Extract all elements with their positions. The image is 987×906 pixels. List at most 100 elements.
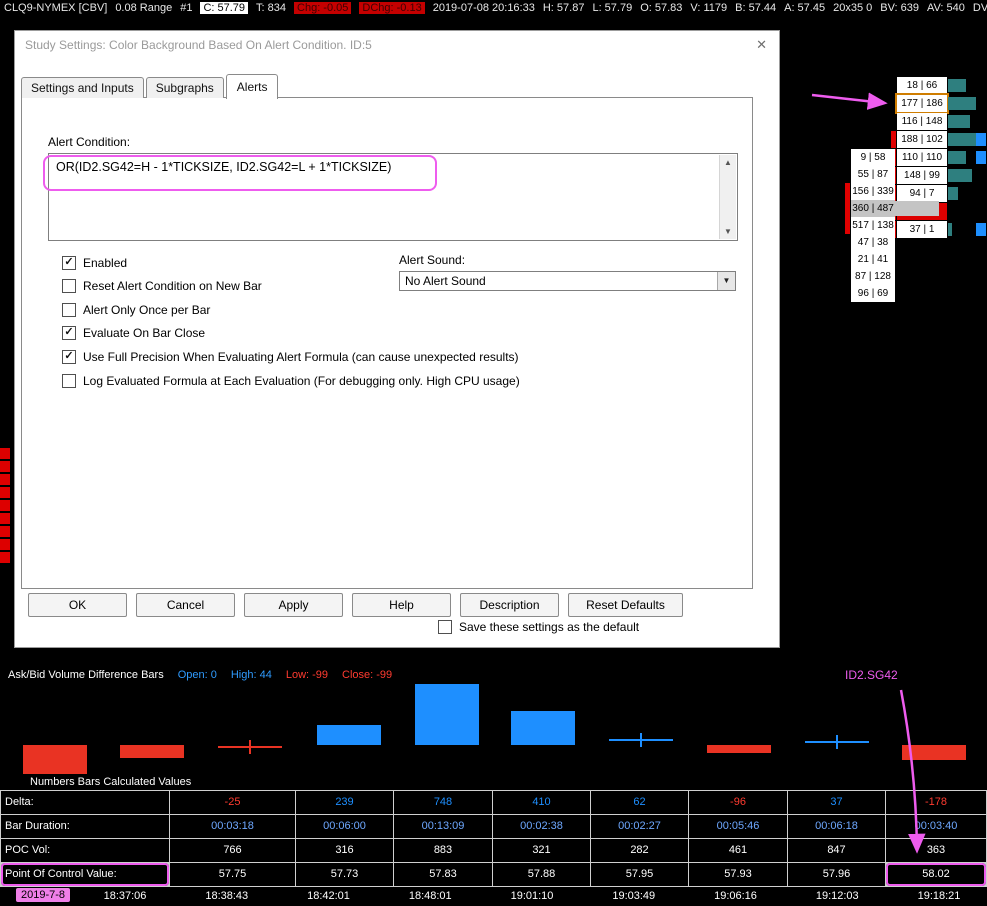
- tab-settings-and-inputs[interactable]: Settings and Inputs: [21, 77, 144, 98]
- calc-values-heading: Numbers Bars Calculated Values: [30, 776, 192, 788]
- quote-segment: 0.08 Range: [115, 1, 173, 14]
- checkbox-row[interactable]: ✓ Evaluate On Bar Close: [62, 326, 205, 340]
- ladder-cell: 9 | 58: [851, 149, 895, 166]
- checkbox[interactable]: [62, 303, 76, 317]
- ladder-cell: 156 | 339: [851, 183, 895, 200]
- left-red-segment: [0, 552, 10, 563]
- checkbox-row[interactable]: Log Evaluated Formula at Each Evaluation…: [62, 374, 520, 388]
- value-cell: 37: [788, 791, 885, 814]
- ladder-edge-bar: [976, 133, 986, 146]
- date-label: 2019-7-8: [16, 888, 71, 902]
- left-red-segment: [0, 513, 10, 524]
- ladder-red-stripe: [845, 200, 850, 217]
- left-red-segment: [0, 539, 10, 550]
- value-cell: 461: [689, 839, 787, 862]
- quote-segment: DChg: -0.13: [359, 1, 425, 14]
- ladder-volume-bar: [948, 133, 978, 146]
- quote-segment: 20x35 0: [833, 1, 873, 14]
- checkbox[interactable]: ✓: [62, 326, 76, 340]
- checkbox[interactable]: ✓: [62, 256, 76, 270]
- ladder-volume-bar: [948, 97, 976, 110]
- left-red-segment: [0, 500, 10, 511]
- ladder-cell: 517 | 138: [851, 217, 895, 234]
- value-cell: 00:05:46: [689, 815, 787, 838]
- chart-bar: [23, 745, 87, 774]
- value-cell: 57.93: [689, 863, 787, 886]
- checkbox-row[interactable]: Alert Only Once per Bar: [62, 303, 210, 317]
- quote-segment: C: 57.79: [200, 1, 249, 14]
- row-label: Point Of Control Value:: [1, 863, 169, 886]
- checkbox-row[interactable]: Reset Alert Condition on New Bar: [62, 279, 262, 293]
- value-cell: 239: [296, 791, 393, 814]
- left-red-segment: [0, 526, 10, 537]
- time-label: 19:18:21: [917, 890, 961, 902]
- ladder-cell: 96 | 69: [851, 285, 895, 302]
- value-cell: 748: [394, 791, 492, 814]
- dropdown-arrow-icon[interactable]: ▼: [717, 272, 735, 290]
- scroll-up-icon[interactable]: ▲: [720, 158, 736, 167]
- quote-segment: T: 834: [256, 1, 287, 14]
- study-settings-dialog: Study Settings: Color Background Based O…: [14, 30, 780, 648]
- left-red-segment: [0, 461, 10, 472]
- value-cell: 57.96: [788, 863, 885, 886]
- chart-bar: [902, 745, 966, 760]
- value-cell: -178: [886, 791, 986, 814]
- chart-bar-tick: [640, 732, 642, 747]
- ladder-volume-bar: [948, 223, 952, 236]
- quote-segment: DV: 31417: [972, 1, 987, 14]
- alert-condition-input[interactable]: OR(ID2.SG42=H - 1*TICKSIZE, ID2.SG42=L +…: [48, 153, 738, 241]
- left-red-segment: [0, 474, 10, 485]
- value-cell: 62: [591, 791, 688, 814]
- formula-scrollbar[interactable]: ▲ ▼: [719, 155, 736, 239]
- reset-defaults-button[interactable]: Reset Defaults: [568, 593, 683, 617]
- checkbox[interactable]: [62, 374, 76, 388]
- tab-alerts[interactable]: Alerts: [225, 74, 279, 99]
- chart-bar: [511, 711, 575, 745]
- scroll-down-icon[interactable]: ▼: [720, 227, 736, 236]
- chart-bar: [415, 683, 479, 745]
- value-cell: 00:03:18: [170, 815, 295, 838]
- save-default-checkbox[interactable]: [438, 620, 452, 634]
- ladder-cell: 116 | 148: [897, 113, 947, 130]
- alert-condition-formula: OR(ID2.SG42=H - 1*TICKSIZE, ID2.SG42=L +…: [56, 160, 392, 174]
- chart-bar: [120, 745, 184, 759]
- ok-button[interactable]: OK: [28, 593, 127, 617]
- ladder-cell: 37 | 1: [897, 221, 947, 238]
- chart-bar: [707, 745, 771, 753]
- save-default-label: Save these settings as the default: [459, 620, 640, 634]
- top-quote-bar: CLQ9-NYMEX [CBV] 0.08 Range #1 C: 57.79 T: 8…: [0, 0, 987, 15]
- ladder-cell: 177 | 186: [897, 95, 947, 112]
- ladder-cell: 55 | 87: [851, 166, 895, 183]
- quote-segment: H: 57.87: [542, 1, 585, 14]
- cancel-button[interactable]: Cancel: [136, 593, 235, 617]
- ladder-volume-bar: [948, 151, 966, 164]
- value-cell: 00:06:00: [296, 815, 393, 838]
- ladder-edge-bar: [976, 151, 986, 164]
- value-cell: 316: [296, 839, 393, 862]
- ladder-edge-bar: [976, 223, 986, 236]
- alert-sound-select[interactable]: No Alert Sound ▼: [399, 271, 736, 291]
- close-icon[interactable]: ✕: [756, 38, 767, 51]
- checkbox[interactable]: [62, 279, 76, 293]
- quote-segment: CLQ9-NYMEX [CBV]: [4, 1, 108, 14]
- left-red-segment: [0, 448, 10, 459]
- ladder-cell: 148 | 99: [897, 167, 947, 184]
- checkbox-row[interactable]: ✓ Use Full Precision When Evaluating Aler…: [62, 350, 519, 364]
- time-axis: 2019-7-8 18:37:06 18:38:43 18:42:01 18:48:0…: [0, 887, 987, 906]
- help-button[interactable]: Help: [352, 593, 451, 617]
- checkbox-row[interactable]: ✓ Enabled: [62, 256, 127, 270]
- apply-button[interactable]: Apply: [244, 593, 343, 617]
- value-cell: 00:02:38: [493, 815, 590, 838]
- description-button[interactable]: Description: [460, 593, 559, 617]
- dialog-tabs: Settings and Inputs Subgraphs Alerts: [21, 74, 280, 99]
- quote-segment: #1: [180, 1, 193, 14]
- ladder-cell: 87 | 128: [851, 268, 895, 285]
- save-default-row[interactable]: Save these settings as the default: [438, 620, 639, 634]
- tab-subgraphs[interactable]: Subgraphs: [145, 77, 224, 98]
- value-cell: 00:02:27: [591, 815, 688, 838]
- value-cell: 00:03:40: [886, 815, 986, 838]
- alert-sound-label: Alert Sound:: [399, 253, 466, 267]
- time-label: 19:01:10: [510, 890, 554, 902]
- checkbox[interactable]: ✓: [62, 350, 76, 364]
- value-cell: 57.95: [591, 863, 688, 886]
